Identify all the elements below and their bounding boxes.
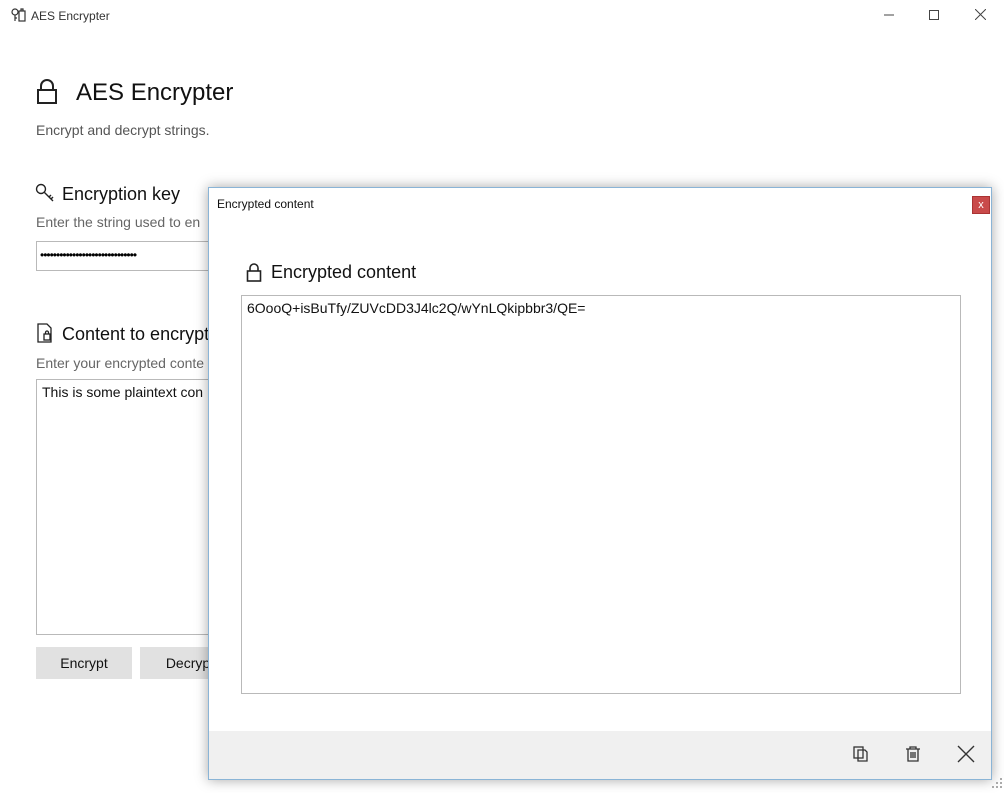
lock-icon [36, 79, 58, 105]
page-subtitle: Encrypt and decrypt strings. [36, 122, 210, 138]
minimize-button[interactable] [866, 0, 912, 32]
page-title: AES Encrypter [76, 79, 234, 106]
encryption-key-heading: Encryption key [62, 184, 181, 204]
encryption-key-value: •••••••••••••••••••••••••••••• [40, 248, 137, 262]
encrypted-content-value: 6OooQ+isBuTfy/ZUVcDD3J4lc2Q/wYnLQkipbbr3… [247, 300, 586, 316]
close-icon [974, 7, 986, 25]
dialog-footer [209, 731, 991, 779]
dialog-footer-close-button[interactable] [952, 742, 980, 770]
content-heading: Content to encrypt [62, 324, 210, 344]
key-icon [35, 183, 55, 203]
copy-button[interactable] [847, 742, 875, 770]
app-icon [10, 7, 26, 23]
encrypted-content-dialog: Encrypted content x Encrypted content 6O… [208, 187, 992, 780]
dialog-title: Encrypted content [217, 197, 314, 211]
resize-grip-icon[interactable] [992, 775, 1002, 788]
delete-button[interactable] [899, 742, 927, 770]
document-lock-icon [36, 323, 54, 343]
maximize-button[interactable] [911, 0, 957, 32]
lock-icon [246, 262, 262, 282]
content-value: This is some plaintext con [42, 384, 204, 400]
encrypted-content-textarea[interactable]: 6OooQ+isBuTfy/ZUVcDD3J4lc2Q/wYnLQkipbbr3… [241, 295, 961, 694]
encryption-key-description: Enter the string used to en [36, 214, 201, 230]
encryption-key-input[interactable]: •••••••••••••••••••••••••••••• [36, 241, 236, 271]
close-button[interactable] [957, 0, 1003, 32]
dialog-close-button[interactable]: x [972, 196, 990, 214]
delete-icon [905, 745, 921, 768]
content-description: Enter your encrypted conte [36, 355, 205, 371]
minimize-icon [884, 7, 894, 25]
content-textarea[interactable]: This is some plaintext con [36, 379, 236, 635]
close-icon [957, 745, 975, 768]
encrypt-button[interactable]: Encrypt [36, 647, 132, 679]
maximize-icon [929, 7, 939, 25]
window-title: AES Encrypter [31, 9, 110, 23]
dialog-heading: Encrypted content [271, 262, 417, 282]
copy-icon [852, 745, 870, 768]
title-bar: AES Encrypter [0, 0, 1004, 32]
